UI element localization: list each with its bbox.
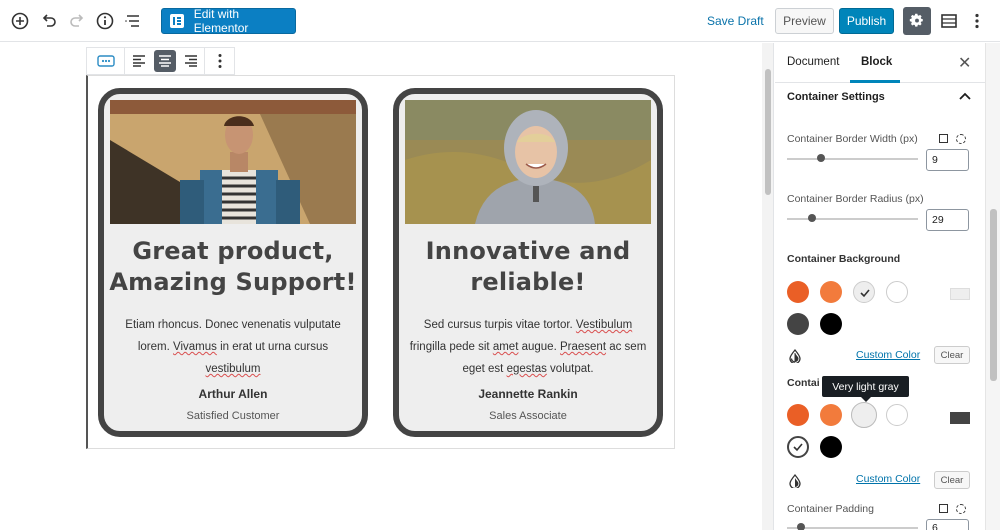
edit-with-elementor-label: Edit with Elementor bbox=[193, 7, 249, 35]
check-icon bbox=[793, 443, 803, 452]
preview-button[interactable]: Preview bbox=[775, 8, 834, 34]
tab-document[interactable]: Document bbox=[787, 56, 839, 68]
sidebar-scrollbar-thumb[interactable] bbox=[990, 209, 997, 381]
swatch-light-gray-hovered[interactable] bbox=[851, 402, 877, 428]
close-icon[interactable]: ✕ bbox=[958, 53, 971, 73]
editor-header: Edit with Elementor Save Draft Preview P… bbox=[0, 0, 1000, 42]
testimonial-photo-woman bbox=[405, 100, 651, 224]
card-author-name: Arthur Allen bbox=[198, 387, 268, 401]
editor-scrollbar-thumb[interactable] bbox=[765, 69, 771, 195]
swatch-orange-dark[interactable] bbox=[787, 404, 809, 426]
block-more-icon[interactable] bbox=[205, 48, 234, 74]
publish-button[interactable]: Publish bbox=[839, 8, 894, 34]
block-type-icon[interactable] bbox=[87, 48, 125, 74]
sidebar-toggle-icon[interactable] bbox=[937, 9, 961, 33]
swatch-dark-gray-selected[interactable] bbox=[787, 436, 809, 458]
info-icon[interactable] bbox=[93, 9, 117, 33]
border-width-input[interactable]: 9 bbox=[926, 149, 969, 171]
card-title: Innovative and reliable! bbox=[425, 237, 631, 296]
border-radius-slider-knob[interactable] bbox=[808, 214, 816, 222]
swatch-orange[interactable] bbox=[820, 404, 842, 426]
align-left-icon[interactable] bbox=[125, 48, 152, 74]
unit-circle-icon[interactable] bbox=[956, 504, 966, 514]
undo-icon[interactable] bbox=[37, 9, 61, 33]
border-current-color bbox=[950, 412, 970, 424]
chevron-up-icon[interactable] bbox=[959, 89, 971, 103]
drop-icon bbox=[789, 349, 801, 363]
padding-label: Container Padding bbox=[787, 503, 874, 515]
padding-input[interactable]: 6 bbox=[926, 519, 969, 530]
card-author-role: Satisfied Customer bbox=[186, 410, 280, 422]
background-label: Container Background bbox=[787, 253, 901, 265]
swatch-white[interactable] bbox=[886, 281, 908, 303]
border-radius-input[interactable]: 29 bbox=[926, 209, 969, 231]
edit-with-elementor-button[interactable]: Edit with Elementor bbox=[161, 7, 296, 35]
background-current-color bbox=[950, 288, 970, 300]
settings-sidebar: Document Block ✕ Container Settings Cont… bbox=[775, 43, 985, 530]
elementor-logo-icon bbox=[170, 14, 184, 28]
swatch-black[interactable] bbox=[820, 313, 842, 335]
outline-icon[interactable] bbox=[121, 9, 145, 33]
add-block-icon[interactable] bbox=[8, 9, 32, 33]
sidebar-tabs: Document Block ✕ bbox=[775, 43, 985, 83]
swatch-dark-gray[interactable] bbox=[787, 313, 809, 335]
border-custom-color-link[interactable]: Custom Color bbox=[856, 473, 920, 485]
border-color-label: Contai bbox=[787, 377, 820, 389]
unit-square-icon[interactable] bbox=[939, 504, 948, 513]
border-width-slider[interactable] bbox=[787, 158, 918, 160]
unit-square-icon[interactable] bbox=[939, 134, 948, 143]
border-width-label: Container Border Width (px) bbox=[787, 133, 918, 145]
card-body: Sed cursus turpis vitae tortor. Vestibul… bbox=[409, 319, 647, 375]
check-icon bbox=[860, 289, 870, 298]
color-tooltip: Very light gray bbox=[822, 376, 909, 402]
align-right-icon[interactable] bbox=[178, 48, 205, 74]
card-title: Great product, Amazing Support! bbox=[109, 237, 357, 296]
active-tab-indicator bbox=[850, 80, 900, 83]
background-custom-color-link[interactable]: Custom Color bbox=[856, 349, 920, 361]
padding-slider[interactable] bbox=[787, 527, 918, 529]
border-width-slider-knob[interactable] bbox=[817, 154, 825, 162]
border-clear-button[interactable]: Clear bbox=[934, 471, 970, 489]
card-body: Etiam rhoncus. Donec venenatis vulputate… bbox=[125, 319, 341, 375]
swatch-black[interactable] bbox=[820, 436, 842, 458]
background-clear-button[interactable]: Clear bbox=[934, 346, 970, 364]
unit-circle-icon[interactable] bbox=[956, 134, 966, 144]
swatch-orange[interactable] bbox=[820, 281, 842, 303]
sidebar-scrollbar[interactable] bbox=[985, 43, 1000, 530]
swatch-white[interactable] bbox=[886, 404, 908, 426]
swatch-orange-dark[interactable] bbox=[787, 281, 809, 303]
card-author-role: Sales Associate bbox=[489, 410, 567, 422]
redo-icon[interactable] bbox=[65, 9, 89, 33]
drop-icon bbox=[789, 474, 801, 488]
testimonial-card[interactable]: Innovative and reliable! Sed cursus turp… bbox=[393, 88, 663, 437]
save-draft-link[interactable]: Save Draft bbox=[707, 14, 764, 28]
border-radius-label: Container Border Radius (px) bbox=[787, 193, 924, 205]
card-author-name: Jeannette Rankin bbox=[478, 387, 578, 401]
more-menu-icon[interactable] bbox=[965, 9, 989, 33]
swatch-light-gray-selected[interactable] bbox=[853, 281, 875, 303]
tab-block[interactable]: Block bbox=[861, 56, 892, 68]
block-toolbar bbox=[86, 47, 235, 75]
gear-icon[interactable] bbox=[903, 7, 931, 35]
testimonial-photo-man bbox=[110, 100, 356, 224]
editor-scrollbar[interactable] bbox=[762, 43, 774, 530]
testimonial-card[interactable]: Great product, Amazing Support! Etiam rh… bbox=[98, 88, 368, 437]
padding-slider-knob[interactable] bbox=[797, 523, 805, 530]
panel-title[interactable]: Container Settings bbox=[787, 91, 885, 103]
align-center-icon[interactable] bbox=[152, 48, 178, 74]
border-radius-slider[interactable] bbox=[787, 218, 918, 220]
